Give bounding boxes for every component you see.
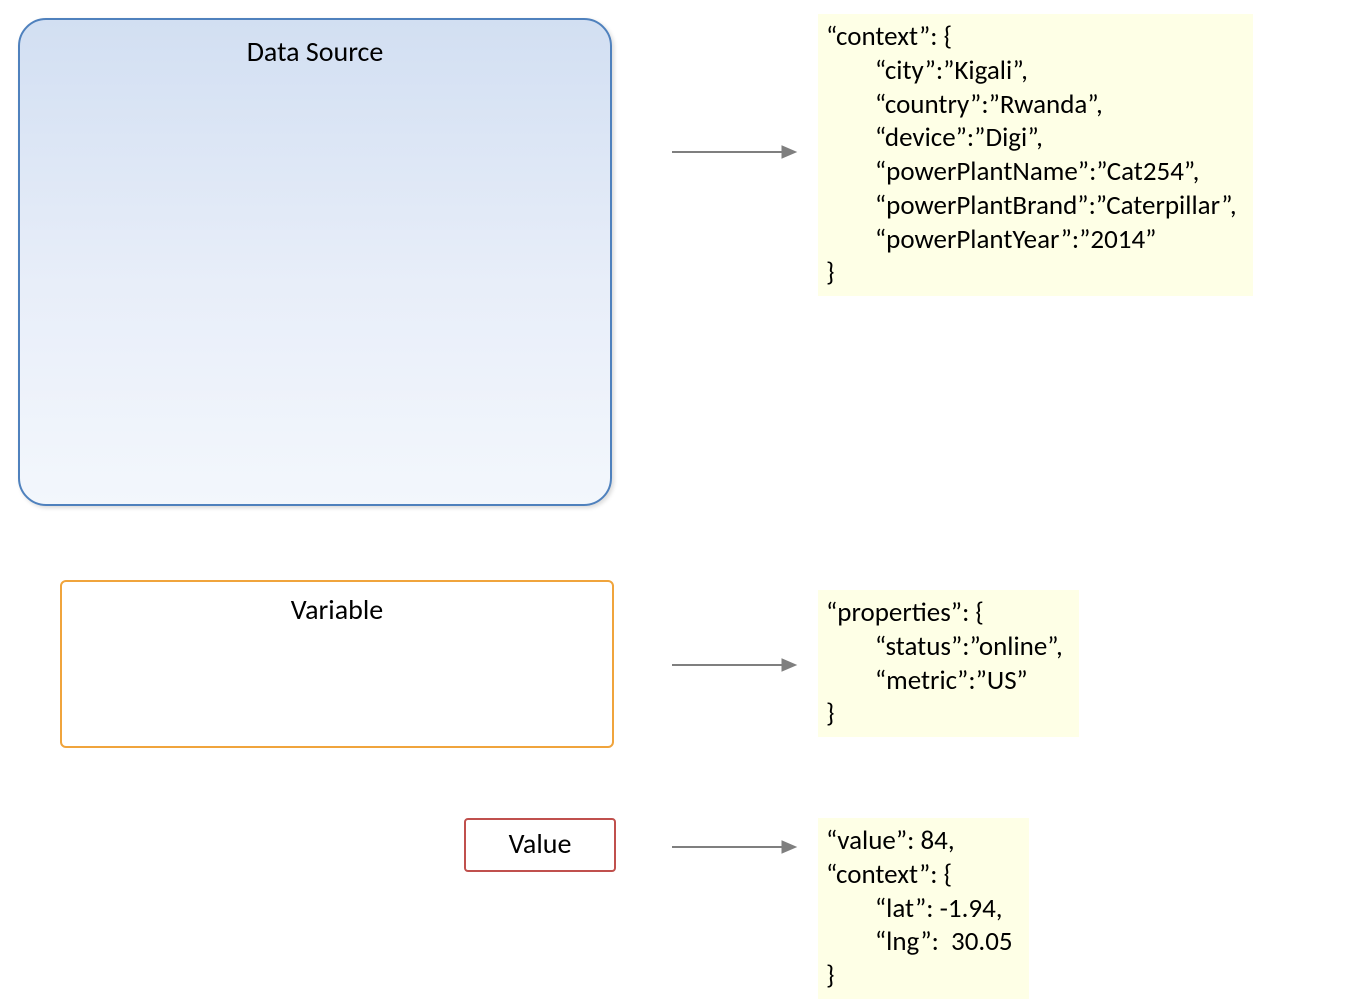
data-source-box: Data Source	[18, 18, 612, 506]
properties-code-block: “properties”: { “status”:”online”, “metr…	[818, 590, 1079, 737]
variable-label: Variable	[291, 592, 383, 627]
arrow-icon	[670, 837, 800, 857]
data-source-label: Data Source	[247, 34, 384, 69]
value-label: Value	[509, 826, 572, 861]
context-code-block: “context”: { “city”:”Kigali”, “country”:…	[818, 14, 1253, 296]
value-box: Value	[464, 818, 616, 872]
value-code-block: “value”: 84, “context”: { “lat”: -1.94, …	[818, 818, 1029, 999]
variable-box: Variable	[60, 580, 614, 748]
arrow-icon	[670, 655, 800, 675]
arrow-icon	[670, 142, 800, 162]
